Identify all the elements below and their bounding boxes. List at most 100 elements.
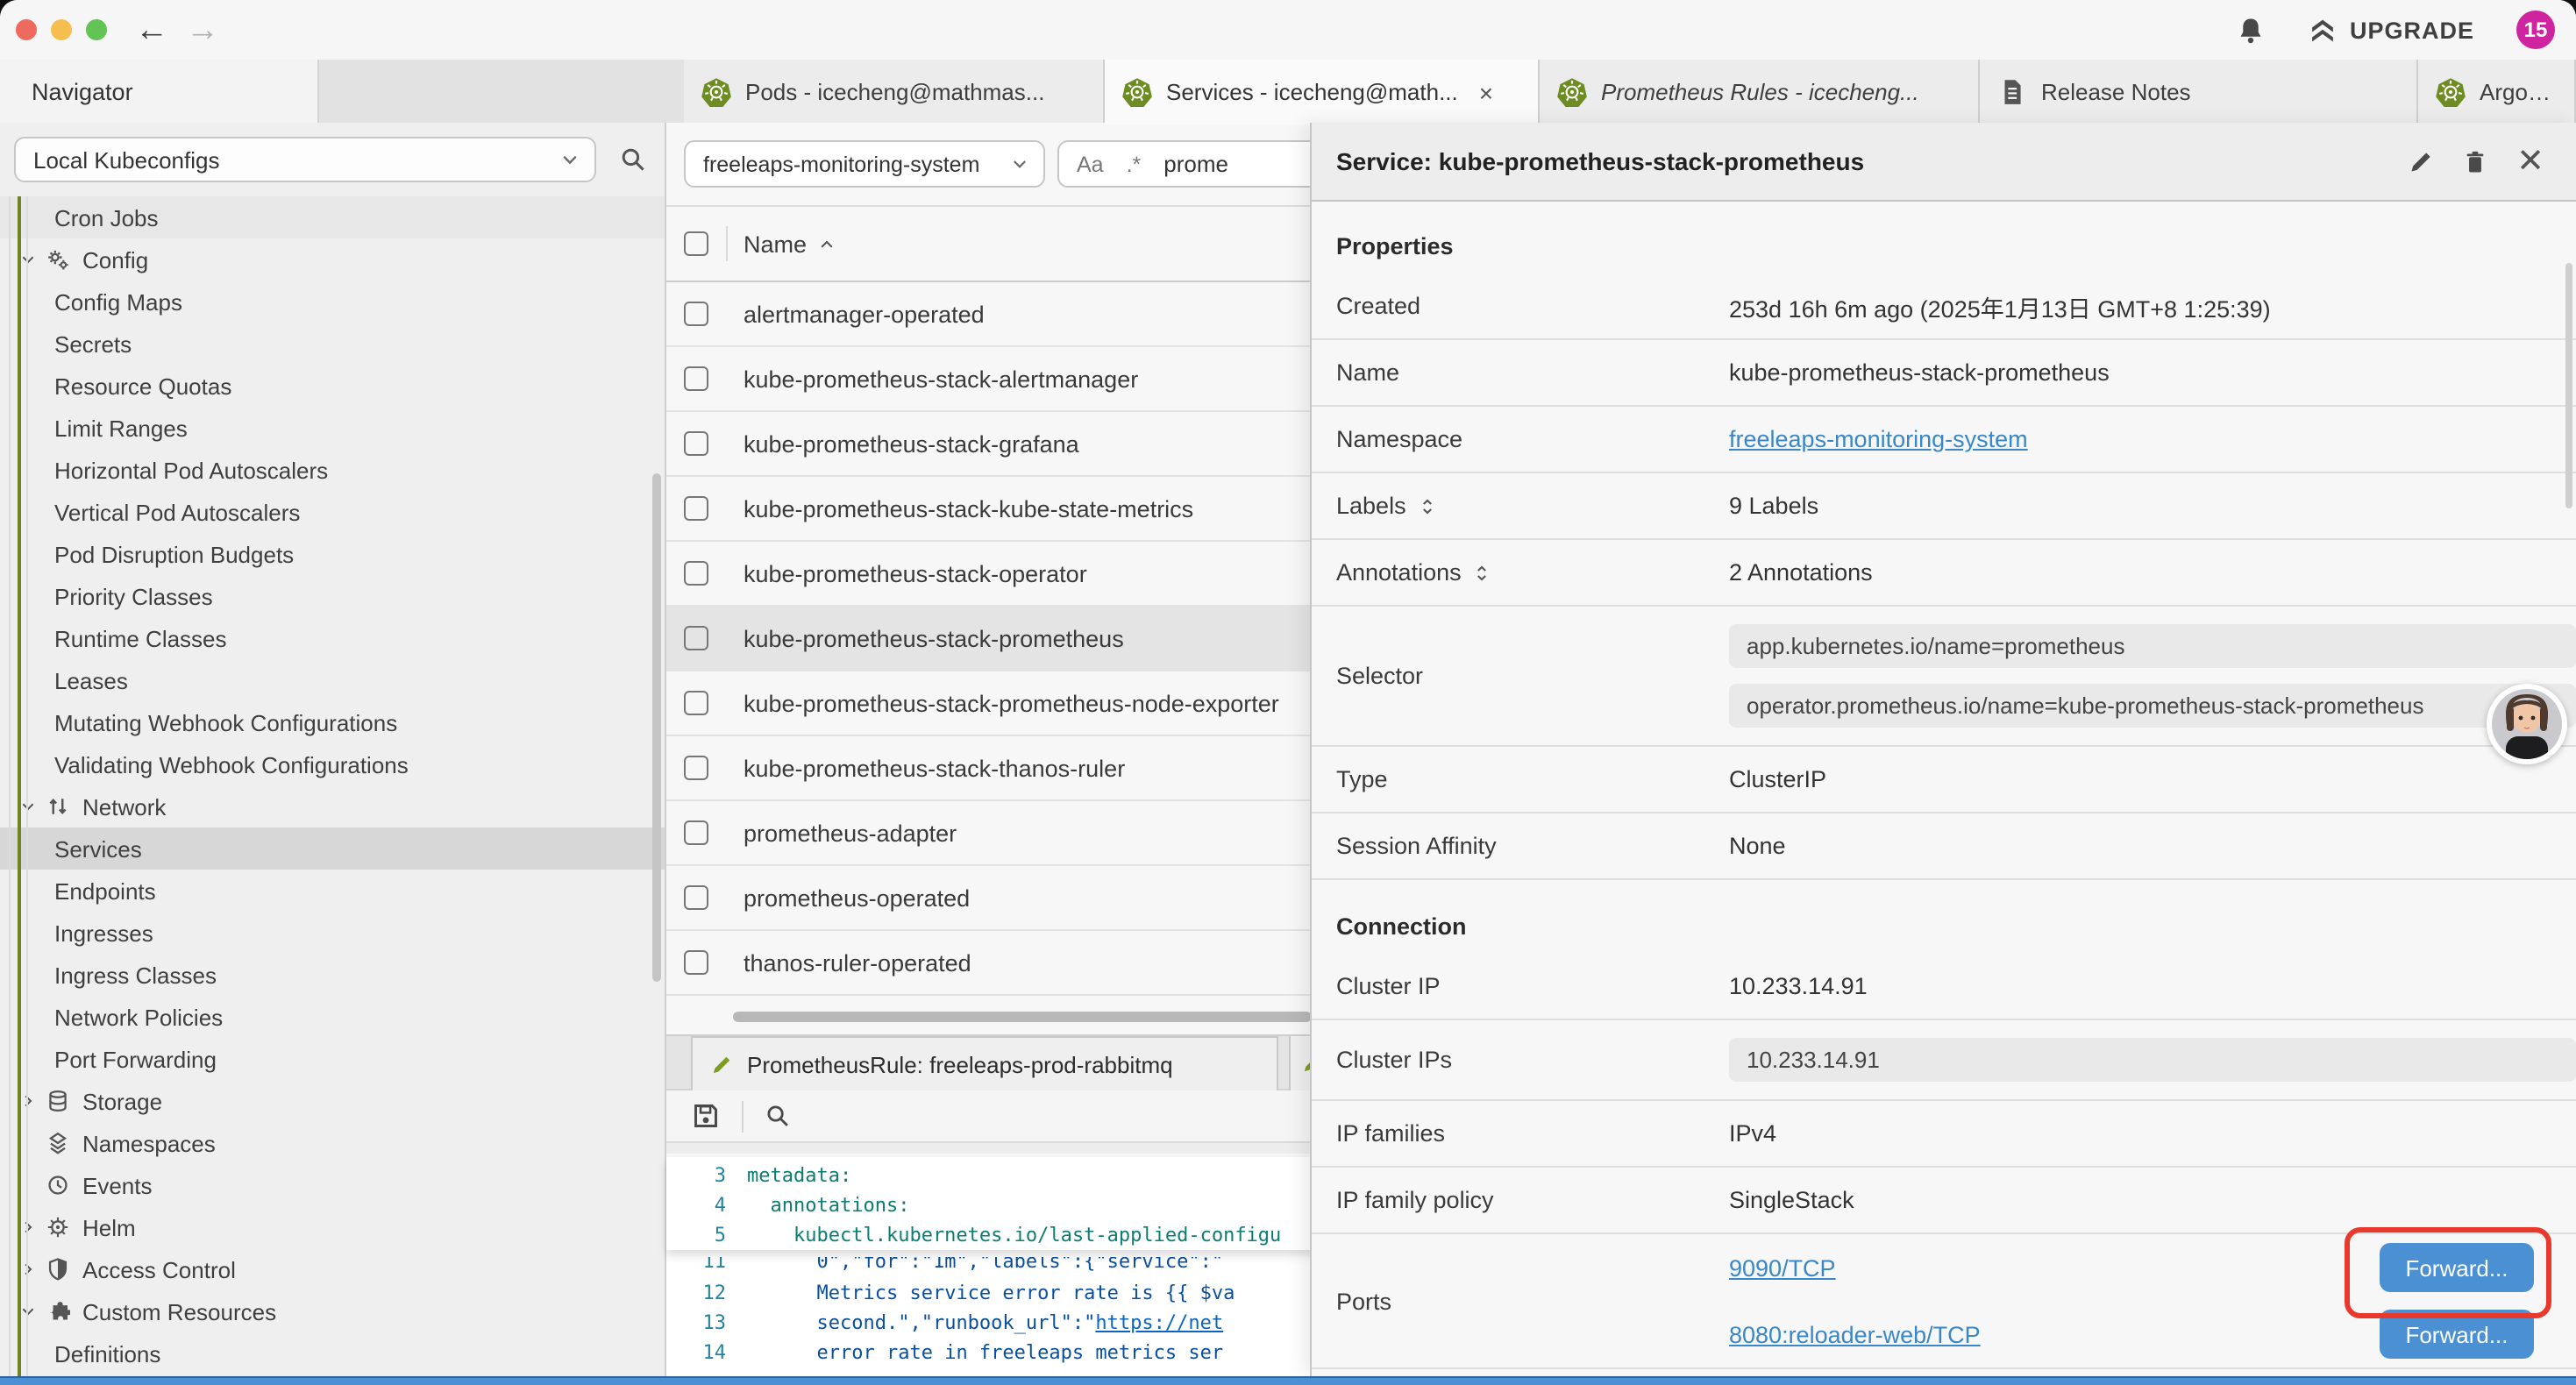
detail-row-session-affinity: Session AffinityNone	[1312, 813, 2576, 880]
sidebar-item-namespaces[interactable]: Namespaces	[0, 1122, 665, 1164]
row-checkbox[interactable]	[684, 820, 708, 845]
sidebar-item-limit-ranges[interactable]: Limit Ranges	[0, 407, 665, 449]
avatar[interactable]	[2487, 684, 2567, 764]
editor-tab-prometheusrule[interactable]: PrometheusRule: freeleaps-prod-rabbitmq	[691, 1036, 1278, 1090]
sidebar-item-config[interactable]: Config	[0, 238, 665, 281]
delete-trash-icon[interactable]	[2462, 148, 2488, 174]
tab-4[interactable]: Release Notes	[1980, 60, 2418, 123]
namespace-link[interactable]: freeleaps-monitoring-system	[1729, 426, 2028, 452]
tab-1[interactable]: Pods - icecheng@mathmas...	[684, 60, 1105, 123]
kubeconfig-selector[interactable]: Local Kubeconfigs	[14, 137, 596, 182]
sidebar-item-endpoints[interactable]: Endpoints	[0, 870, 665, 912]
close-window-button[interactable]	[16, 19, 37, 40]
row-checkbox[interactable]	[684, 691, 708, 715]
horizontal-scrollbar-thumb[interactable]	[733, 1012, 1312, 1022]
row-checkbox[interactable]	[684, 431, 708, 456]
namespace-selector[interactable]: freeleaps-monitoring-system	[684, 140, 1045, 188]
sidebar-item-resource-quotas[interactable]: Resource Quotas	[0, 365, 665, 407]
upgrade-button[interactable]: UPGRADE	[2308, 15, 2474, 45]
chevron-down-icon	[559, 149, 580, 170]
chevron-down-icon	[1010, 154, 1029, 174]
sidebar-item-secrets[interactable]: Secrets	[0, 323, 665, 365]
sidebar-item-validating-webhook-configurations[interactable]: Validating Webhook Configurations	[0, 743, 665, 785]
sidebar-item-events[interactable]: Events	[0, 1164, 665, 1206]
detail-scrollbar-thumb[interactable]	[2565, 263, 2572, 508]
tab-2[interactable]: Services - icecheng@math...×	[1105, 60, 1540, 124]
upgrade-label: UPGRADE	[2350, 17, 2474, 43]
sidebar-item-network-policies[interactable]: Network Policies	[0, 996, 665, 1038]
row-checkbox[interactable]	[684, 950, 708, 975]
forward-arrow-icon[interactable]: →	[186, 13, 219, 46]
sidebar-item-horizontal-pod-autoscalers[interactable]: Horizontal Pod Autoscalers	[0, 449, 665, 491]
sidebar-item-ingress-classes[interactable]: Ingress Classes	[0, 954, 665, 996]
puzzle-icon	[46, 1299, 70, 1324]
sidebar-item-vertical-pod-autoscalers[interactable]: Vertical Pod Autoscalers	[0, 491, 665, 533]
minimize-window-button[interactable]	[51, 19, 72, 40]
row-checkbox[interactable]	[684, 561, 708, 586]
sidebar-item-helm[interactable]: Helm	[0, 1206, 665, 1248]
service-detail-panel: Service: kube-prometheus-stack-prometheu…	[1310, 123, 2576, 1376]
sidebar-item-ingresses[interactable]: Ingresses	[0, 912, 665, 954]
match-case-icon[interactable]: Aa	[1077, 152, 1104, 176]
tab-5[interactable]: Argo Se	[2418, 60, 2576, 123]
notification-count-badge[interactable]: 15	[2516, 11, 2555, 49]
yaml-text: 0","for":"1m","labels":{"service":"	[817, 1257, 1224, 1273]
sidebar-item-services[interactable]: Services	[0, 827, 665, 870]
service-name: kube-prometheus-stack-alertmanager	[744, 366, 1138, 392]
port-link[interactable]: 9090/TCP	[1729, 1254, 1836, 1281]
forward-button[interactable]: Forward...	[2380, 1243, 2534, 1292]
edit-pencil-icon[interactable]	[2408, 148, 2434, 174]
sidebar-item-label: Resource Quotas	[54, 373, 231, 399]
sidebar-item-network[interactable]: Network	[0, 785, 665, 827]
row-checkbox[interactable]	[684, 496, 708, 521]
zoom-window-button[interactable]	[86, 19, 107, 40]
row-checkbox[interactable]	[684, 885, 708, 910]
row-checkbox[interactable]	[684, 626, 708, 650]
sidebar-item-label: Network Policies	[54, 1004, 223, 1030]
sidebar-item-mutating-webhook-configurations[interactable]: Mutating Webhook Configurations	[0, 701, 665, 743]
tree-active-indent-guide	[18, 196, 21, 1376]
sidebar-item-label: Mutating Webhook Configurations	[54, 709, 397, 735]
sidebar-item-custom-resources[interactable]: Custom Resources	[0, 1290, 665, 1332]
tab-close-icon[interactable]: ×	[1479, 80, 1493, 104]
sidebar-item-config-maps[interactable]: Config Maps	[0, 281, 665, 323]
sidebar-item-definitions[interactable]: Definitions	[0, 1332, 665, 1374]
forward-button[interactable]: Forward...	[2380, 1310, 2534, 1359]
sidebar-item-access-control[interactable]: Access Control	[0, 1248, 665, 1290]
sort-toggle-icon[interactable]	[1472, 562, 1493, 583]
sidebar-item-storage[interactable]: Storage	[0, 1080, 665, 1122]
sidebar-item-leases[interactable]: Leases	[0, 659, 665, 701]
sort-ascending-icon[interactable]	[817, 234, 836, 253]
regex-icon[interactable]: .*	[1127, 152, 1142, 176]
sidebar-item-priority-classes[interactable]: Priority Classes	[0, 575, 665, 617]
close-icon[interactable]: ✕	[2516, 145, 2544, 178]
detail-row-labels: Labels9 Labels	[1312, 473, 2576, 540]
row-checkbox[interactable]	[684, 756, 708, 780]
row-checkbox[interactable]	[684, 302, 708, 326]
save-icon[interactable]	[691, 1101, 721, 1131]
select-all-checkbox[interactable]	[684, 231, 708, 256]
name-column-header[interactable]: Name	[744, 231, 807, 257]
navigator-tab[interactable]: Navigator	[0, 60, 319, 124]
sort-toggle-icon[interactable]	[1417, 495, 1438, 516]
line-number: 4	[666, 1194, 747, 1217]
sidebar-item-port-forwarding[interactable]: Port Forwarding	[0, 1038, 665, 1080]
tab-3[interactable]: Prometheus Rules - icecheng...	[1540, 60, 1980, 123]
notifications-bell-icon[interactable]	[2236, 15, 2266, 45]
sidebar-item-pod-disruption-budgets[interactable]: Pod Disruption Budgets	[0, 533, 665, 575]
yaml-link[interactable]: https://net	[1095, 1311, 1223, 1334]
tab-label: Release Notes	[2041, 78, 2191, 104]
editor-search-icon[interactable]	[765, 1103, 791, 1129]
port-link[interactable]: 8080:reloader-web/TCP	[1729, 1321, 1981, 1347]
sidebar-scrollbar-thumb[interactable]	[652, 473, 661, 982]
detail-label: IP families	[1336, 1120, 1445, 1147]
sidebar-item-label: Vertical Pod Autoscalers	[54, 499, 300, 525]
back-arrow-icon[interactable]: ←	[135, 13, 168, 46]
upgrade-chevrons-icon	[2308, 15, 2338, 45]
kubernetes-logo-icon	[1557, 76, 1587, 106]
sidebar-item-cron-jobs[interactable]: Cron Jobs	[0, 196, 665, 238]
sidebar-search-icon[interactable]	[619, 146, 647, 174]
row-checkbox[interactable]	[684, 366, 708, 391]
detail-label: Created	[1336, 293, 1420, 319]
sidebar-item-runtime-classes[interactable]: Runtime Classes	[0, 617, 665, 659]
